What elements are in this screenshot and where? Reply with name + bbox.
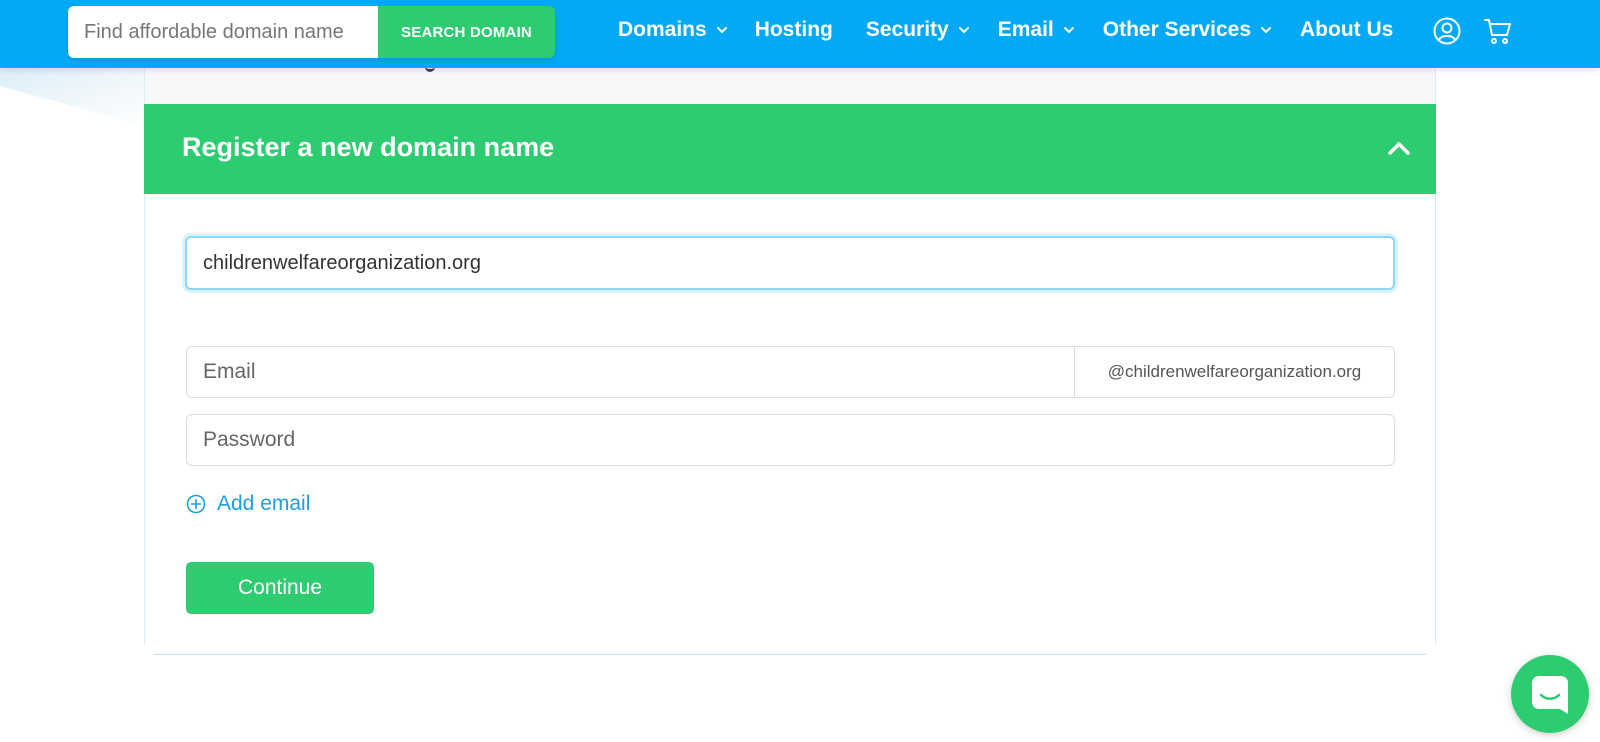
nav-item-about-us[interactable]: About Us	[1300, 18, 1393, 42]
nav-item-label: Security	[865, 18, 949, 41]
nav-item-label: About Us	[1300, 18, 1394, 41]
password-input[interactable]	[186, 414, 1395, 466]
chat-icon	[1532, 676, 1568, 714]
nav-item-label: Other Services	[1102, 18, 1252, 41]
email-input[interactable]	[187, 347, 1074, 397]
register-domain-form: @childrenwelfareorganization.org Add ema…	[144, 194, 1436, 644]
chevron-down-icon	[1063, 27, 1074, 34]
user-icon[interactable]	[1432, 16, 1462, 46]
chat-launcher-button[interactable]	[1511, 655, 1589, 733]
nav-item-label: Domains	[618, 18, 707, 41]
nav-item-security[interactable]: Security	[866, 18, 970, 42]
page: SEARCH DOMAIN Domains Hosting Security E…	[0, 0, 1600, 742]
email-input-group: @childrenwelfareorganization.org	[186, 346, 1395, 398]
search-domain-button[interactable]: SEARCH DOMAIN	[378, 6, 555, 58]
nav-item-email[interactable]: Email	[998, 18, 1075, 42]
plus-circle-icon	[186, 494, 206, 514]
chevron-down-icon	[1261, 27, 1272, 34]
domain-search-input[interactable]	[68, 6, 378, 58]
register-domain-accordion-header[interactable]: Register a new domain name	[144, 104, 1436, 194]
nav-item-label: Email	[997, 18, 1054, 41]
cart-icon[interactable]	[1483, 16, 1513, 46]
email-domain-suffix: @childrenwelfareorganization.org	[1074, 347, 1394, 397]
add-email-link[interactable]: Add email	[186, 492, 310, 516]
nav-item-domains[interactable]: Domains	[618, 18, 728, 42]
top-navigation-bar: SEARCH DOMAIN Domains Hosting Security E…	[0, 0, 1600, 68]
main-nav: Domains Hosting Security Email Other Ser…	[618, 0, 1393, 60]
domain-search-form: SEARCH DOMAIN	[68, 6, 555, 58]
background-decoration	[0, 68, 150, 128]
previous-section-remnant	[144, 68, 1436, 104]
chevron-up-icon[interactable]	[1386, 138, 1412, 158]
divider	[154, 654, 1426, 655]
card-title: Register a new domain name	[182, 132, 555, 162]
nav-item-other-services[interactable]: Other Services	[1103, 18, 1272, 42]
nav-item-label: Hosting	[754, 18, 833, 41]
continue-button[interactable]: Continue	[186, 562, 374, 614]
chevron-down-icon	[716, 27, 727, 34]
nav-item-hosting[interactable]: Hosting	[755, 18, 833, 42]
add-email-label: Add email	[217, 492, 311, 515]
chevron-down-icon	[958, 27, 969, 34]
domain-name-input[interactable]	[185, 236, 1395, 290]
